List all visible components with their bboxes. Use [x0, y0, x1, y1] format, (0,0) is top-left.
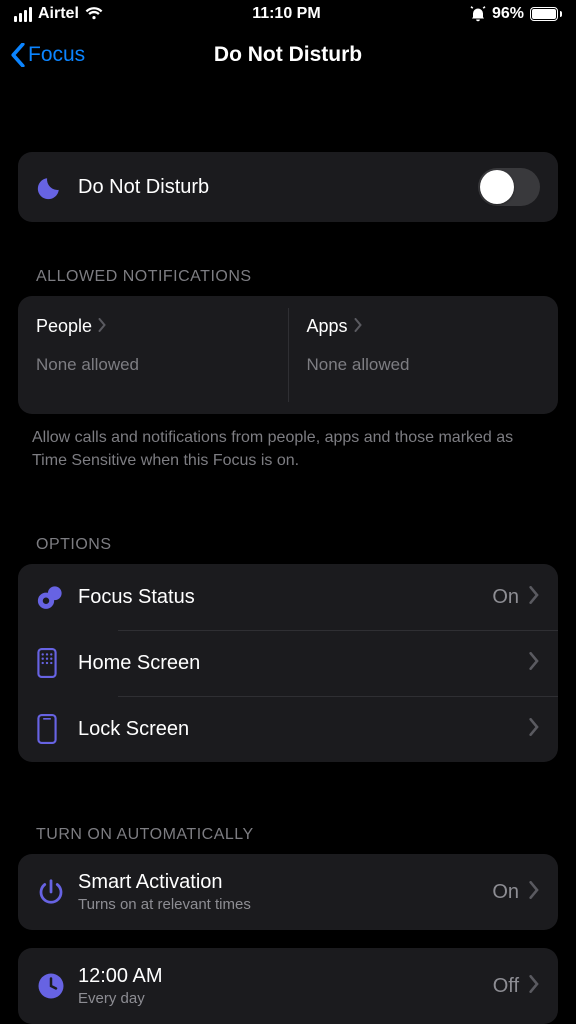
dnd-switch[interactable] — [478, 168, 540, 206]
allowed-desc: Allow calls and notifications from peopl… — [18, 414, 558, 472]
options-card: Focus Status On Home Screen Lock Scree — [18, 564, 558, 762]
dnd-toggle-row[interactable]: Do Not Disturb — [18, 152, 558, 222]
allowed-header: ALLOWED NOTIFICATIONS — [18, 268, 558, 296]
schedule-sub: Every day — [78, 990, 493, 1007]
allowed-people[interactable]: People None allowed — [18, 296, 288, 414]
dnd-label: Do Not Disturb — [78, 176, 478, 199]
chevron-right-icon — [529, 652, 540, 675]
lock-screen-icon — [36, 714, 78, 744]
chevron-right-icon — [529, 975, 540, 998]
smart-activation-value: On — [492, 881, 519, 904]
status-left: Airtel — [14, 5, 103, 23]
allowed-card: People None allowed Apps None allowed — [18, 296, 558, 414]
back-label: Focus — [28, 43, 85, 67]
chevron-right-icon — [354, 316, 363, 337]
chevron-right-icon — [529, 718, 540, 741]
alarm-icon — [470, 6, 486, 22]
allowed-apps-sub: None allowed — [307, 355, 541, 375]
auto-header: TURN ON AUTOMATICALLY — [18, 826, 558, 854]
allowed-apps-title: Apps — [307, 316, 348, 337]
power-icon — [36, 877, 78, 907]
allowed-apps[interactable]: Apps None allowed — [289, 296, 559, 414]
battery-percent: 96% — [492, 5, 524, 23]
options-header: OPTIONS — [18, 536, 558, 564]
wifi-icon — [85, 7, 103, 21]
home-screen-icon — [36, 648, 78, 678]
allowed-people-sub: None allowed — [36, 355, 270, 375]
lock-screen-row[interactable]: Lock Screen — [18, 696, 558, 762]
carrier-label: Airtel — [38, 5, 79, 23]
focus-status-value: On — [492, 586, 519, 609]
schedule-row[interactable]: 12:00 AM Every day Off — [18, 948, 558, 1024]
focus-status-title: Focus Status — [78, 586, 492, 609]
battery-icon — [530, 7, 562, 21]
chevron-right-icon — [529, 881, 540, 904]
focus-status-icon — [36, 582, 78, 612]
status-bar: Airtel 11:10 PM 96% — [0, 0, 576, 28]
smart-activation-row[interactable]: Smart Activation Turns on at relevant ti… — [18, 854, 558, 930]
schedule-value: Off — [493, 975, 519, 998]
chevron-right-icon — [98, 316, 107, 337]
signal-icon — [14, 7, 32, 22]
moon-icon — [36, 173, 78, 201]
chevron-right-icon — [529, 586, 540, 609]
allowed-people-title: People — [36, 316, 92, 337]
smart-activation-card: Smart Activation Turns on at relevant ti… — [18, 854, 558, 930]
nav-header: Focus Do Not Disturb — [0, 28, 576, 82]
status-right: 96% — [470, 5, 562, 23]
schedule-card: 12:00 AM Every day Off — [18, 948, 558, 1024]
smart-activation-title: Smart Activation — [78, 871, 492, 894]
status-time: 11:10 PM — [252, 5, 320, 23]
focus-status-row[interactable]: Focus Status On — [18, 564, 558, 630]
home-screen-row[interactable]: Home Screen — [18, 630, 558, 696]
clock-icon — [36, 971, 78, 1001]
dnd-card: Do Not Disturb — [18, 152, 558, 222]
back-button[interactable]: Focus — [10, 43, 85, 67]
smart-activation-sub: Turns on at relevant times — [78, 896, 492, 913]
lock-screen-title: Lock Screen — [78, 718, 529, 741]
schedule-title: 12:00 AM — [78, 965, 493, 988]
page-title: Do Not Disturb — [0, 43, 576, 67]
home-screen-title: Home Screen — [78, 652, 529, 675]
